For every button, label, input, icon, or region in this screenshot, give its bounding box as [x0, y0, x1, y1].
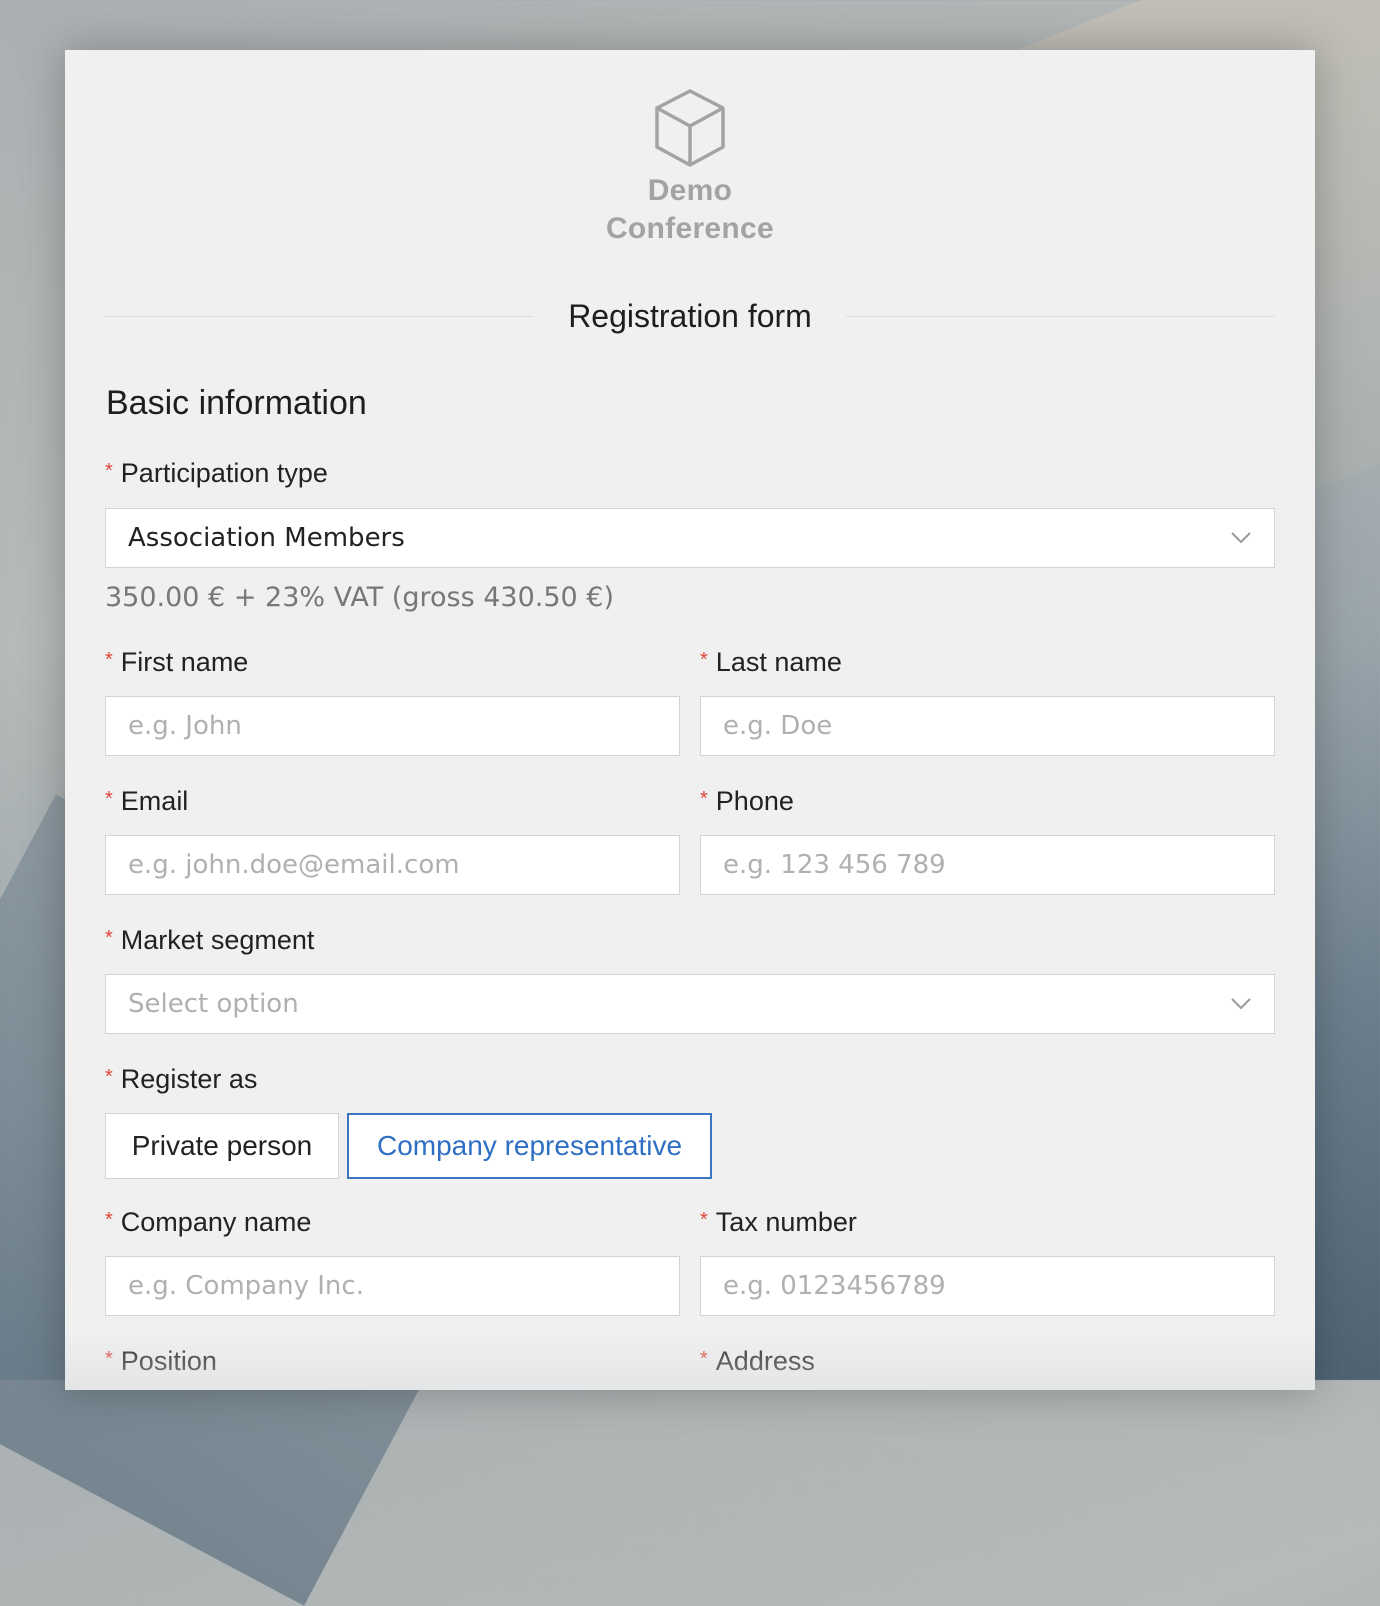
required-marker: * [105, 1348, 113, 1370]
company-name-field[interactable] [105, 1256, 680, 1316]
first-name-field[interactable] [105, 696, 680, 756]
market-segment-select[interactable]: Select option [105, 974, 1275, 1034]
registration-card: Demo Conference Registration form Basic … [65, 50, 1315, 1390]
first-name-label: * First name [105, 647, 249, 677]
required-marker: * [105, 460, 113, 482]
bottom-fade [65, 1330, 1315, 1390]
section-title: Basic information [106, 384, 367, 422]
first-name-input[interactable] [128, 711, 657, 741]
participation-type-select[interactable]: Association Members [105, 508, 1275, 568]
market-segment-label: * Market segment [105, 925, 315, 955]
tax-number-input[interactable] [723, 1271, 1252, 1301]
form-title: Registration form [568, 297, 812, 334]
conference-logo: Demo Conference [65, 88, 1315, 248]
divider [845, 315, 1276, 317]
participation-type-value: Association Members [128, 523, 405, 553]
chevron-down-icon [1230, 993, 1252, 1015]
participation-type-label: * Participation type [105, 458, 328, 488]
chevron-down-icon [1230, 527, 1252, 549]
last-name-input[interactable] [723, 711, 1252, 741]
email-label: * Email [105, 786, 189, 816]
required-marker: * [700, 1209, 708, 1231]
cube-icon [65, 88, 1315, 168]
required-marker: * [700, 1348, 708, 1370]
private-person-option[interactable]: Private person [105, 1113, 339, 1179]
position-label: * Position [105, 1346, 217, 1376]
last-name-label: * Last name [700, 647, 842, 677]
last-name-field[interactable] [700, 696, 1275, 756]
logo-text-line1: Demo [647, 174, 733, 207]
register-as-label: * Register as [105, 1064, 258, 1094]
price-note: 350.00 € + 23% VAT (gross 430.50 €) [105, 582, 614, 613]
tax-number-label: * Tax number [700, 1207, 857, 1237]
divider [105, 315, 535, 317]
email-field[interactable] [105, 835, 680, 895]
address-label: * Address [700, 1346, 815, 1376]
form-title-row: Registration form [105, 293, 1276, 339]
phone-label: * Phone [700, 786, 794, 816]
company-name-input[interactable] [128, 1271, 657, 1301]
required-marker: * [700, 649, 708, 671]
logo-text-line2: Conference [605, 212, 775, 245]
market-segment-placeholder: Select option [128, 989, 299, 1019]
required-marker: * [105, 1066, 113, 1088]
required-marker: * [700, 788, 708, 810]
company-name-label: * Company name [105, 1207, 312, 1237]
required-marker: * [105, 1209, 113, 1231]
phone-input[interactable] [723, 850, 1252, 880]
phone-field[interactable] [700, 835, 1275, 895]
required-marker: * [105, 788, 113, 810]
company-representative-option[interactable]: Company representative [347, 1113, 712, 1179]
tax-number-field[interactable] [700, 1256, 1275, 1316]
email-input[interactable] [128, 850, 657, 880]
required-marker: * [105, 927, 113, 949]
required-marker: * [105, 649, 113, 671]
